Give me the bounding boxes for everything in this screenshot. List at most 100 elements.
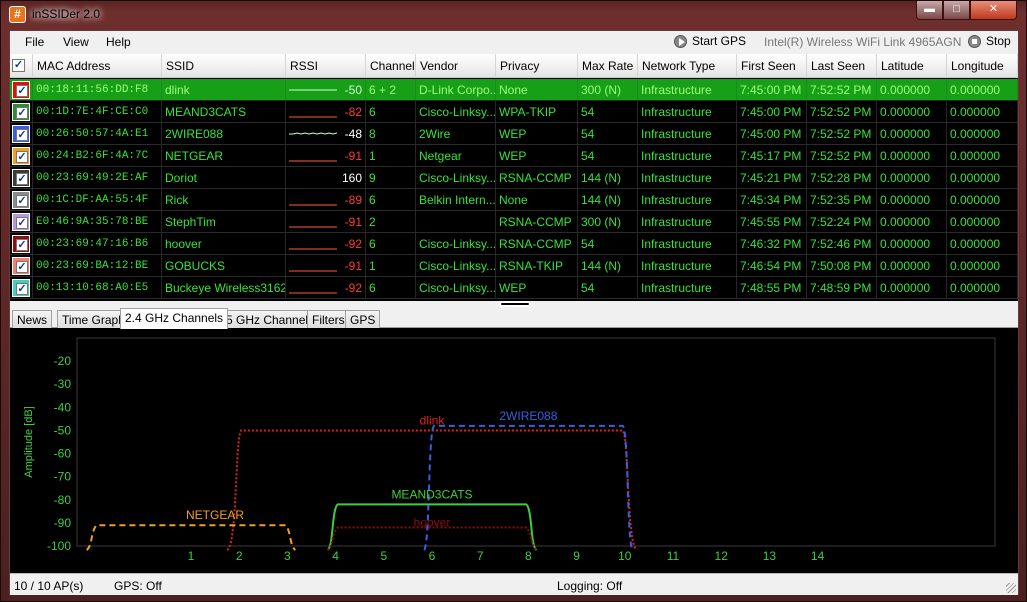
cell-mac: 00:23:69:47:16:B6 (33, 233, 162, 254)
rssi-sparkline (289, 89, 337, 91)
column-header-mac[interactable]: MAC Address (33, 54, 162, 78)
cell-mac: 00:1D:7E:4F:CE:C0 (33, 101, 162, 122)
tab-time-graph[interactable]: Time Graph (57, 310, 130, 328)
row-checkbox[interactable]: ✓ (16, 173, 28, 185)
adapter-selector[interactable]: Intel(R) Wireless WiFi Link 4965AGN (764, 35, 961, 49)
series-label: MEAND3CATS (391, 487, 472, 501)
column-header-privacy[interactable]: Privacy (496, 54, 578, 78)
row-checkbox[interactable]: ✓ (16, 107, 28, 119)
table-row[interactable]: ✓ 00:1C:DF:AA:55:4F Rick -89 6 Belkin Intern.… (10, 189, 1018, 211)
title-bar[interactable]: # inSSIDer 2.0 ▬ □ ✕ (1, 1, 1026, 29)
row-checkbox[interactable]: ✓ (16, 217, 28, 229)
row-checkbox[interactable]: ✓ (16, 261, 28, 273)
stop-button[interactable]: Stop (968, 34, 1011, 51)
table-row[interactable]: ✓ 00:24:B2:6F:4A:7C NETGEAR -91 1 Netgear WEP 5… (10, 145, 1018, 167)
cell-rate: 300 (N) (578, 211, 638, 232)
row-color-swatch[interactable]: ✓ (10, 123, 33, 144)
table-row[interactable]: ✓ 00:18:11:56:DD:F8 dlink -50 6 + 2 D-Link Co… (10, 79, 1018, 101)
cell-mac: E0:46:9A:35:78:BE (33, 211, 162, 232)
row-color-swatch[interactable]: ✓ (10, 167, 33, 188)
x-tick-label: 3 (284, 549, 291, 563)
cell-channel: 6 (366, 189, 416, 210)
row-color-swatch[interactable]: ✓ (10, 255, 33, 276)
row-color-swatch[interactable]: ✓ (10, 233, 33, 254)
tab-gps[interactable]: GPS (345, 310, 381, 328)
cell-ssid: Rick (162, 189, 286, 210)
table-row[interactable]: ✓ 00:23:69:47:16:B6 hoover -92 6 Cisco-Linksy… (10, 233, 1018, 255)
menu-help[interactable]: Help (106, 35, 131, 49)
row-color-swatch[interactable]: ✓ (10, 277, 33, 298)
column-header-rate[interactable]: Max Rate (578, 54, 638, 78)
column-header-lat[interactable]: Latitude (877, 54, 947, 78)
cell-type: Infrastructure (638, 145, 737, 166)
column-header-first[interactable]: First Seen (737, 54, 807, 78)
x-tick-label: 13 (763, 549, 777, 563)
rssi-value: -82 (344, 105, 362, 119)
tab-2-4-ghz-channels[interactable]: 2.4 GHz Channels (120, 308, 229, 329)
table-row[interactable]: ✓ 00:13:10:68:A0:E5 Buckeye Wireless3162 -9… (10, 277, 1018, 299)
column-header-last[interactable]: Last Seen (807, 54, 877, 78)
menu-view[interactable]: View (63, 35, 89, 49)
start-gps-button[interactable]: Start GPS (674, 34, 746, 51)
checkbox-all[interactable]: ✓ (12, 59, 25, 72)
cell-mac: 00:13:10:68:A0:E5 (33, 277, 162, 298)
cell-type: Infrastructure (638, 189, 737, 210)
cell-mac: 00:23:69:49:2E:AF (33, 167, 162, 188)
rssi-sparkline (289, 226, 337, 228)
cell-privacy: RSNA-TKIP (496, 255, 578, 276)
column-header-rssi[interactable]: RSSI (286, 54, 366, 78)
cell-rate: 54 (578, 233, 638, 254)
x-tick-label: 7 (477, 549, 484, 563)
menu-file[interactable]: File (25, 35, 44, 49)
row-color-swatch[interactable]: ✓ (10, 79, 33, 100)
rssi-value: -50 (344, 83, 362, 97)
row-checkbox[interactable]: ✓ (16, 85, 28, 97)
table-row[interactable]: ✓ 00:1D:7E:4F:CE:C0 MEAND3CATS -82 6 Cisco-Li… (10, 101, 1018, 123)
cell-first: 7:46:54 PM (737, 255, 807, 276)
rssi-sparkline (289, 116, 337, 118)
header-select-all[interactable]: ✓ (10, 54, 33, 78)
column-header-vendor[interactable]: Vendor (416, 54, 496, 78)
row-color-swatch[interactable]: ✓ (10, 211, 33, 232)
cell-rate: 144 (N) (578, 189, 638, 210)
cell-privacy: RSNA-CCMP (496, 211, 578, 232)
row-color-swatch[interactable]: ✓ (10, 145, 33, 166)
tab-filters[interactable]: Filters (307, 310, 350, 328)
row-color-swatch[interactable]: ✓ (10, 101, 33, 122)
row-checkbox[interactable]: ✓ (16, 283, 28, 295)
cell-first: 7:45:21 PM (737, 167, 807, 188)
table-row[interactable]: ✓ 00:23:69:BA:12:BE GOBUCKS -91 1 Cisco-Links… (10, 255, 1018, 277)
cell-vendor: Cisco-Linksy... (416, 167, 496, 188)
row-checkbox[interactable]: ✓ (16, 151, 28, 163)
row-checkbox[interactable]: ✓ (16, 129, 28, 141)
cell-lon: 0.000000 (947, 167, 1018, 188)
cell-channel: 6 + 2 (366, 79, 416, 100)
resize-grip[interactable] (1006, 583, 1016, 593)
tab-news[interactable]: News (12, 310, 53, 328)
cell-ssid: 2WIRE088 (162, 123, 286, 144)
row-checkbox[interactable]: ✓ (16, 239, 28, 251)
maximize-icon: □ (953, 3, 960, 15)
table-row[interactable]: ✓ 00:23:69:49:2E:AF Doriot 160 9 Cisco-Linksy… (10, 167, 1018, 189)
close-button[interactable]: ✕ (970, 1, 1017, 20)
table-row[interactable]: ✓ E0:46:9A:35:78:BE StephTim -91 2 RSNA-CCMP 3… (10, 211, 1018, 233)
cell-rate: 54 (578, 145, 638, 166)
column-header-type[interactable]: Network Type (638, 54, 737, 78)
table-row[interactable]: ✓ 00:26:50:57:4A:E1 2WIRE088 -48 8 2Wire WEP 54… (10, 123, 1018, 145)
cell-ssid: GOBUCKS (162, 255, 286, 276)
tab-5-ghz-channels[interactable]: 5 GHz Channels (221, 310, 320, 328)
cell-mac: 00:24:B2:6F:4A:7C (33, 145, 162, 166)
play-icon (674, 35, 687, 48)
column-header-channel[interactable]: Channel (366, 54, 416, 78)
cell-vendor (416, 211, 496, 232)
menu-bar: File View Help Start GPS Intel(R) Wirele… (10, 31, 1018, 54)
maximize-button[interactable]: □ (943, 1, 970, 20)
minimize-button[interactable]: ▬ (916, 1, 943, 20)
cell-vendor: Cisco-Linksy... (416, 101, 496, 122)
splitter-handle[interactable] (499, 301, 531, 307)
cell-rssi: -82 (286, 101, 366, 122)
column-header-ssid[interactable]: SSID (162, 54, 286, 78)
row-checkbox[interactable]: ✓ (16, 195, 28, 207)
row-color-swatch[interactable]: ✓ (10, 189, 33, 210)
column-header-lon[interactable]: Longitude (947, 54, 1018, 78)
